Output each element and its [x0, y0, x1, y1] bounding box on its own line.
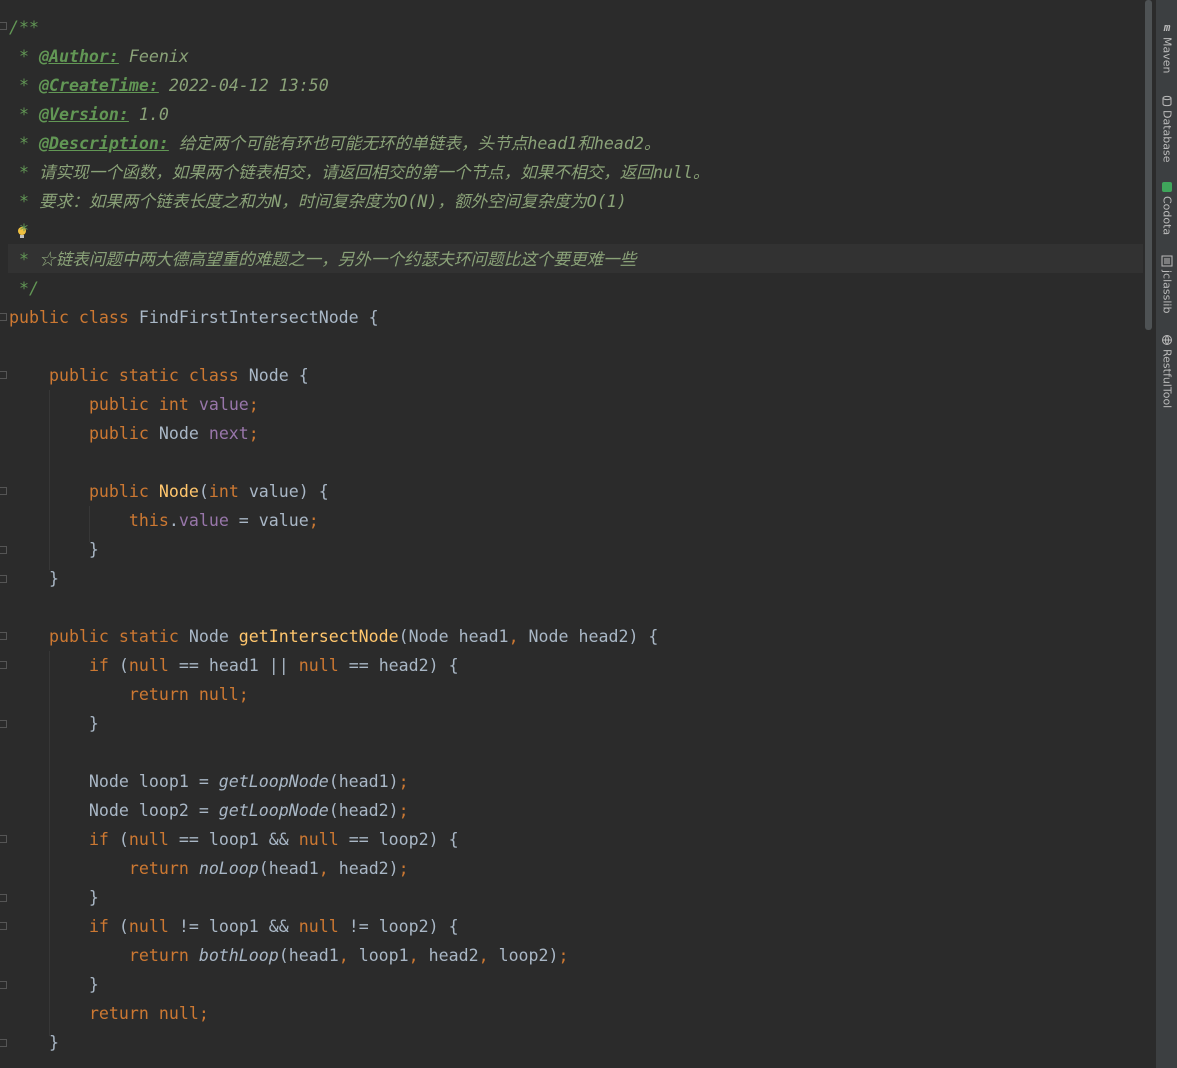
fold-marker[interactable]	[0, 922, 7, 930]
code-line: }	[9, 714, 99, 733]
javadoc-tag: @Author:	[38, 47, 119, 66]
code-line: if (null == loop1 && null == loop2) {	[88, 830, 459, 849]
code-line: public int value;	[88, 395, 259, 414]
comment-close: */	[19, 279, 39, 298]
code-line: return null;	[128, 685, 249, 704]
code-line: }	[9, 540, 99, 559]
comment-open: /**	[9, 18, 39, 37]
code-line: * 要求：如果两个链表长度之和为N，时间复杂度为O(N)，额外空间复杂度为O(1…	[9, 192, 627, 211]
codota-icon	[1162, 182, 1172, 192]
field-name: next	[208, 424, 249, 443]
code-line: public class FindFirstIntersectNode {	[9, 308, 379, 327]
comment-text: 请实现一个函数，如果两个链表相交，请返回相交的第一个节点，如果不相交，返回nul…	[38, 163, 710, 182]
code-line: Node loop2 = getLoopNode(head2);	[9, 801, 409, 820]
method-call: getLoopNode	[218, 772, 329, 791]
tool-window-label: jclasslib	[1160, 270, 1174, 314]
description-value: 给定两个可能有环也可能无环的单链表，头节点head1和head2。	[178, 134, 661, 153]
class-name: FindFirstIntersectNode	[138, 308, 359, 327]
maven-icon: m	[1163, 21, 1171, 34]
fold-marker[interactable]	[0, 371, 7, 379]
fold-marker[interactable]	[0, 981, 7, 989]
javadoc-tag: @CreateTime:	[38, 76, 159, 95]
code-line: * @Description: 给定两个可能有环也可能无环的单链表，头节点hea…	[9, 134, 661, 153]
code-line: if (null != loop1 && null != loop2) {	[88, 917, 459, 936]
code-line: }	[9, 888, 99, 907]
code-line: return null;	[88, 1004, 209, 1023]
author-value: Feenix	[128, 47, 189, 66]
right-tool-strip: m Maven Database Codota jclasslib Restfu…	[1155, 0, 1177, 1068]
editor-gutter	[0, 0, 8, 1068]
fold-marker[interactable]	[0, 720, 7, 728]
code-line: Node loop1 = getLoopNode(head1);	[9, 772, 409, 791]
code-line: return bothLoop(head1, loop1, head2, loo…	[128, 946, 569, 965]
code-line: }	[9, 1033, 59, 1052]
method-call: getLoopNode	[218, 801, 329, 820]
code-line: */	[9, 274, 39, 303]
method-call: noLoop	[198, 859, 259, 878]
method-call: bothLoop	[198, 946, 279, 965]
jclasslib-icon	[1161, 255, 1173, 267]
code-line: /**	[9, 13, 39, 42]
fold-marker[interactable]	[0, 546, 7, 554]
fold-marker[interactable]	[0, 835, 7, 843]
code-line: return noLoop(head1, head2);	[128, 859, 409, 878]
code-line: * @Version: 1.0	[9, 105, 169, 124]
database-icon	[1162, 95, 1172, 107]
fold-marker[interactable]	[0, 487, 7, 495]
code-editor[interactable]: /** * @Author: Feenix * @CreateTime: 202…	[0, 0, 1143, 1068]
fold-marker[interactable]	[0, 1039, 7, 1047]
fold-marker[interactable]	[0, 22, 7, 30]
code-line: * @Author: Feenix	[9, 47, 189, 66]
fold-marker[interactable]	[0, 575, 7, 583]
tool-window-label: RestfulTool	[1160, 349, 1174, 409]
code-line: *	[9, 221, 29, 240]
inner-class-name: Node	[248, 366, 289, 385]
tool-window-database[interactable]: Database	[1156, 95, 1177, 163]
restfultool-icon	[1162, 335, 1172, 345]
tool-window-label: Database	[1160, 110, 1174, 163]
comment-text: 要求：如果两个链表长度之和为N，时间复杂度为O(N)，额外空间复杂度为O(1)	[38, 192, 627, 211]
method-name: getIntersectNode	[238, 627, 399, 646]
code-line: if (null == head1 || null == head2) {	[88, 656, 459, 675]
constructor-name: Node	[158, 482, 199, 501]
code-line: public Node next;	[88, 424, 259, 443]
code-line: * @CreateTime: 2022-04-12 13:50	[9, 76, 329, 95]
tool-window-codota[interactable]: Codota	[1156, 181, 1177, 235]
tool-window-label: Codota	[1160, 196, 1174, 236]
scrollbar-thumb[interactable]	[1145, 0, 1152, 330]
javadoc-tag: @Version:	[38, 105, 129, 124]
field-name: value	[198, 395, 249, 414]
comment-text: ☆链表问题中两大德高望重的难题之一，另外一个约瑟夫环问题比这个要更难一些	[38, 250, 637, 269]
javadoc-tag: @Description:	[38, 134, 169, 153]
createtime-value: 2022-04-12 13:50	[168, 76, 329, 95]
code-line: public static Node getIntersectNode(Node…	[48, 627, 659, 646]
code-line: this.value = value;	[128, 511, 319, 530]
fold-marker[interactable]	[0, 313, 7, 321]
code-line: }	[9, 975, 99, 994]
fold-marker[interactable]	[0, 894, 7, 902]
code-line: public Node(int value) {	[88, 482, 329, 501]
code-line: * ☆链表问题中两大德高望重的难题之一，另外一个约瑟夫环问题比这个要更难一些	[9, 250, 637, 269]
tool-window-maven[interactable]: m Maven	[1156, 21, 1177, 74]
fold-marker[interactable]	[0, 661, 7, 669]
tool-window-restfultool[interactable]: RestfulTool	[1156, 334, 1177, 408]
code-line: }	[9, 569, 59, 588]
tool-window-label: Maven	[1160, 37, 1174, 74]
tool-window-jclasslib[interactable]: jclasslib	[1156, 255, 1177, 313]
version-value: 1.0	[138, 105, 169, 124]
vertical-scrollbar[interactable]	[1143, 0, 1155, 1068]
code-line: public static class Node {	[48, 366, 309, 385]
fold-marker[interactable]	[0, 632, 7, 640]
code-line: * 请实现一个函数，如果两个链表相交，请返回相交的第一个节点，如果不相交，返回n…	[9, 163, 710, 182]
